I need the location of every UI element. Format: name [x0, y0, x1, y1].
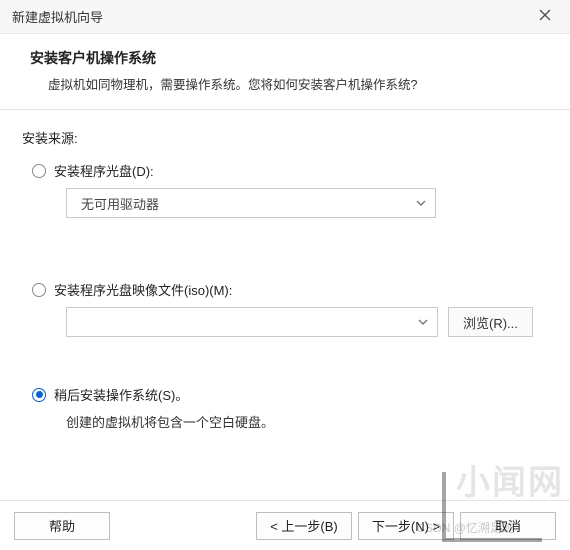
titlebar: 新建虚拟机向导 [0, 0, 570, 34]
drive-combo[interactable]: 无可用驱动器 [66, 188, 436, 218]
help-button[interactable]: 帮助 [14, 512, 110, 540]
radio-row-iso[interactable]: 安装程序光盘映像文件(iso)(M): [32, 280, 554, 299]
radio-row-later[interactable]: 稍后安装操作系统(S)。 [32, 385, 554, 404]
window-title: 新建虚拟机向导 [12, 7, 103, 26]
watermark-main: 小闻网 [456, 455, 564, 504]
back-button-label: < 上一步(B) [270, 516, 338, 535]
browse-button-label: 浏览(R)... [463, 313, 518, 332]
later-note: 创建的虚拟机将包含一个空白硬盘。 [66, 412, 554, 431]
radio-iso-label: 安装程序光盘映像文件(iso)(M): [54, 280, 232, 299]
close-icon [539, 8, 551, 25]
next-button-label: 下一步(N) > [372, 516, 440, 535]
back-button[interactable]: < 上一步(B) [256, 512, 352, 540]
radio-later[interactable] [32, 388, 46, 402]
wizard-header: 安装客户机操作系统 虚拟机如同物理机，需要操作系统。您将如何安装客户机操作系统? [0, 34, 570, 110]
cancel-button-label: 取消 [495, 516, 521, 535]
help-button-label: 帮助 [49, 516, 75, 535]
chevron-down-icon [417, 316, 429, 328]
radio-row-disc[interactable]: 安装程序光盘(D): [32, 161, 554, 180]
radio-later-label: 稍后安装操作系统(S)。 [54, 385, 188, 404]
nav-button-group: < 上一步(B) 下一步(N) > 取消 [256, 512, 556, 540]
cancel-button[interactable]: 取消 [460, 512, 556, 540]
drive-combo-value: 无可用驱动器 [81, 194, 159, 213]
chevron-down-icon [415, 197, 427, 209]
wizard-subtitle: 虚拟机如同物理机，需要操作系统。您将如何安装客户机操作系统? [30, 74, 548, 93]
wizard-body: 安装来源: 安装程序光盘(D): 无可用驱动器 安装程序光盘映像文件(iso)(… [0, 110, 570, 431]
wizard-title: 安装客户机操作系统 [30, 48, 548, 68]
radio-iso[interactable] [32, 283, 46, 297]
iso-path-combo[interactable] [66, 307, 438, 337]
install-source-label: 安装来源: [22, 128, 554, 147]
next-button[interactable]: 下一步(N) > [358, 512, 454, 540]
radio-disc-label: 安装程序光盘(D): [54, 161, 154, 180]
browse-button[interactable]: 浏览(R)... [448, 307, 533, 337]
wizard-footer: 帮助 < 上一步(B) 下一步(N) > 取消 [0, 500, 570, 550]
radio-disc[interactable] [32, 164, 46, 178]
close-button[interactable] [528, 3, 562, 31]
